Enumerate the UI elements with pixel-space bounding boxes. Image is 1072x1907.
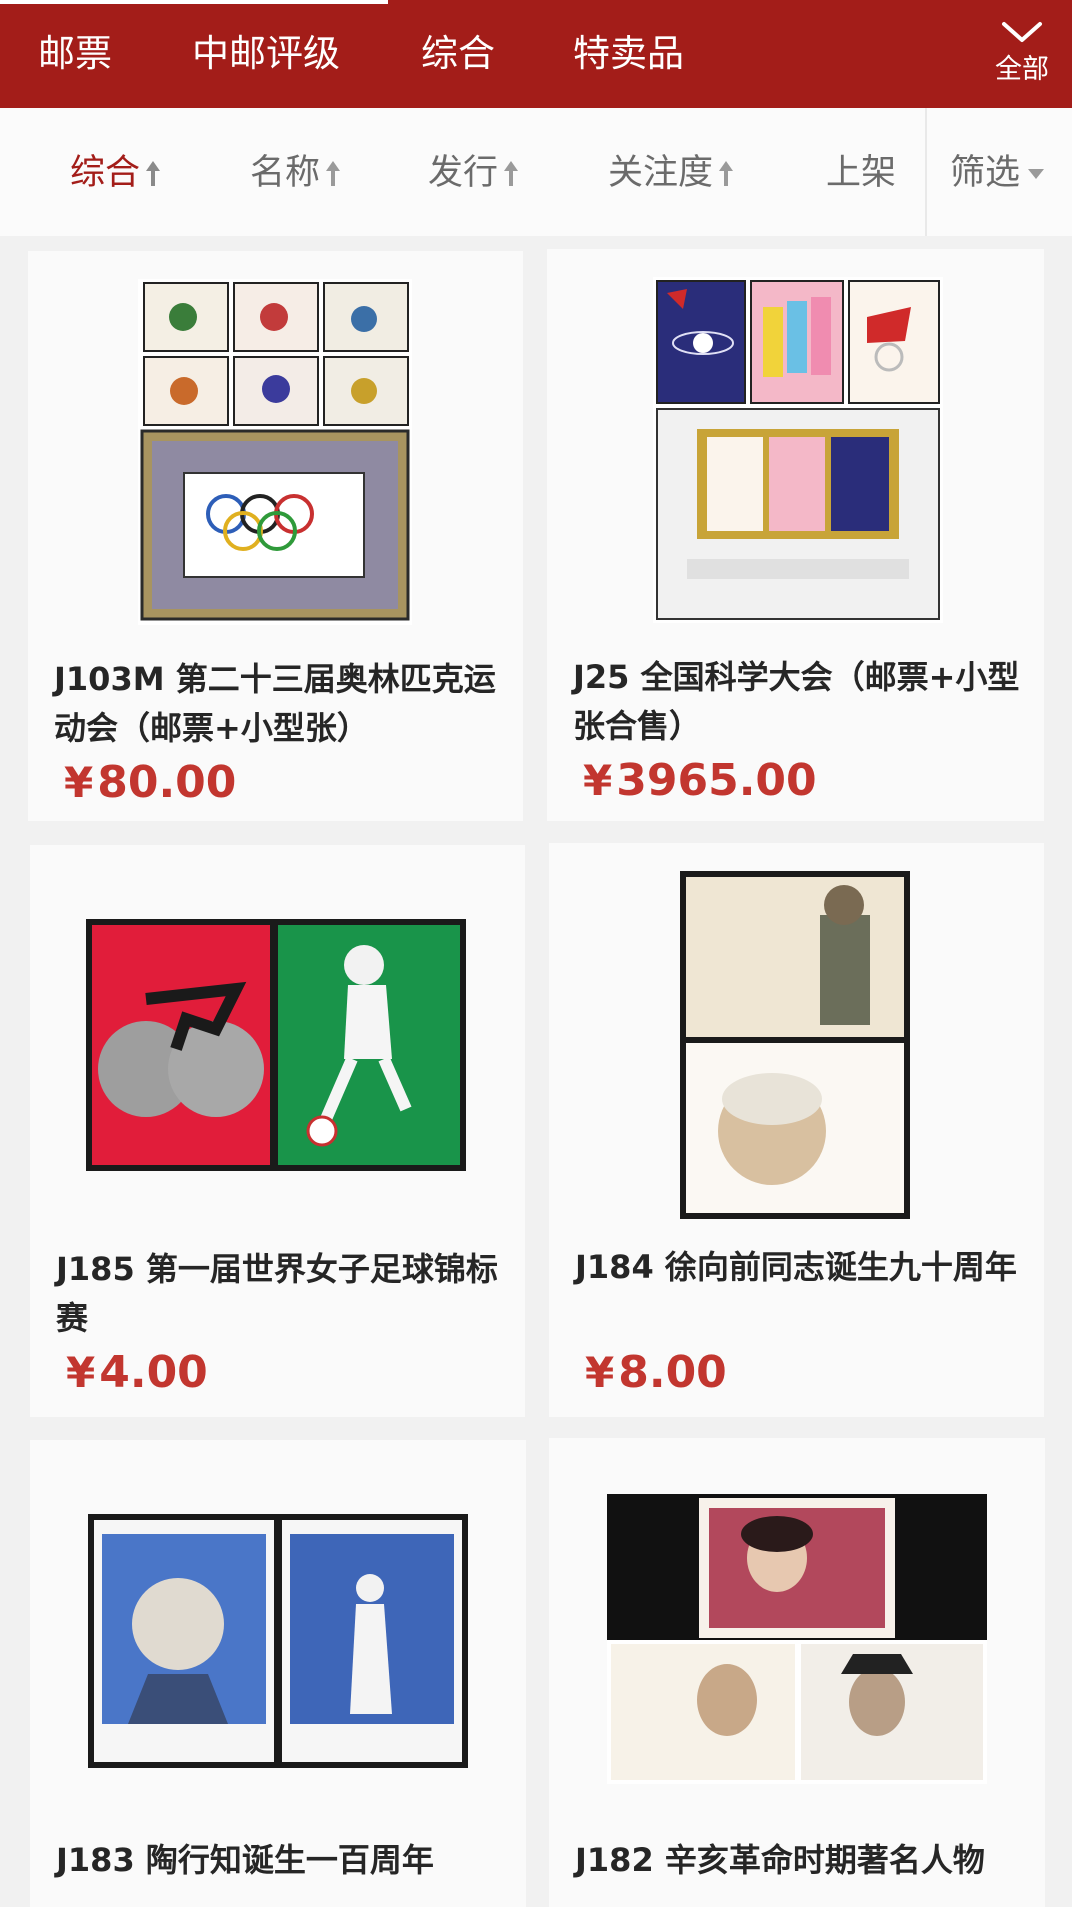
sort-name-label: 名称 (250, 153, 321, 193)
currency-symbol: ¥ (64, 758, 94, 807)
sort-comprehensive[interactable]: 综合 (70, 148, 162, 198)
product-title: J183 陶行知诞生一百周年 (56, 1841, 434, 1879)
xu-xiangqian-stamps-icon (680, 871, 910, 1219)
currency-symbol: ¥ (583, 756, 613, 805)
sort-arrow-up-icon (719, 161, 734, 186)
sort-attention[interactable]: 关注度 (608, 148, 735, 198)
category-tab-special-sale[interactable]: 特卖品 (573, 28, 684, 80)
currency-symbol: ¥ (585, 1348, 615, 1397)
sort-issue-label: 发行 (428, 153, 499, 193)
category-tab-graded[interactable]: 中邮评级 (192, 28, 340, 80)
price-value: 3965.00 (616, 755, 817, 806)
product-price: ¥8.00 (585, 1345, 727, 1401)
product-title: J103M 第二十三届奥林匹克运动会（邮票+小型张） (54, 660, 496, 747)
sort-divider (925, 108, 927, 236)
product-title: J184 徐向前同志诞生九十周年 (575, 1248, 1017, 1286)
product-card[interactable]: J184 徐向前同志诞生九十周年 ¥8.00 (549, 843, 1044, 1417)
product-card[interactable]: J183 陶行知诞生一百周年 (30, 1440, 526, 1907)
price-value: 4.00 (99, 1347, 208, 1398)
product-card[interactable]: J185 第一届世界女子足球锦标赛 ¥4.00 (30, 845, 525, 1417)
sort-name[interactable]: 名称 (250, 148, 342, 198)
tao-xingzhi-stamps-icon (88, 1514, 468, 1768)
product-price: ¥3965.00 (583, 753, 817, 809)
currency-symbol: ¥ (66, 1348, 96, 1397)
all-categories-label: 全部 (995, 54, 1049, 85)
product-card[interactable]: J103M 第二十三届奥林匹克运动会（邮票+小型张） ¥80.00 (28, 251, 523, 821)
product-title: J182 辛亥革命时期著名人物 (575, 1841, 985, 1879)
sort-bar: 综合 名称 发行 关注度 上架 筛选 (0, 108, 1072, 236)
category-tab-stamps[interactable]: 邮票 (38, 28, 112, 80)
product-title: J185 第一届世界女子足球锦标赛 (56, 1250, 498, 1337)
all-categories-button[interactable]: 全部 (982, 12, 1062, 98)
price-value: 8.00 (618, 1347, 727, 1398)
chevron-down-icon (1002, 22, 1042, 42)
sort-attention-label: 关注度 (608, 153, 714, 193)
sort-comprehensive-label: 综合 (70, 153, 141, 193)
sort-listing-label: 上架 (826, 153, 897, 193)
product-price: ¥80.00 (64, 755, 236, 811)
product-title: J25 全国科学大会（邮票+小型张合售） (573, 658, 1020, 745)
category-bar: 邮票 中邮评级 综合 特卖品 全部 (0, 0, 1072, 108)
product-card[interactable]: J182 辛亥革命时期著名人物 (549, 1438, 1045, 1907)
price-value: 80.00 (97, 757, 237, 808)
sort-listing[interactable]: 上架 (826, 148, 896, 198)
caret-down-icon (1028, 169, 1045, 179)
olympics-stamp-set-icon (138, 279, 412, 625)
product-card[interactable]: J25 全国科学大会（邮票+小型张合售） ¥3965.00 (547, 249, 1044, 821)
active-category-indicator (0, 0, 388, 4)
sort-issue[interactable]: 发行 (428, 148, 520, 198)
filter-label: 筛选 (950, 153, 1021, 193)
womens-football-stamps-icon (86, 919, 466, 1171)
product-price: ¥4.00 (66, 1345, 208, 1401)
sort-arrow-up-icon (504, 161, 519, 186)
xinhai-figures-stamps-icon (607, 1494, 987, 1784)
science-conference-stamp-set-icon (653, 277, 943, 623)
sort-arrow-up-icon (326, 161, 341, 186)
sort-arrow-up-icon (146, 161, 161, 186)
category-tab-general[interactable]: 综合 (421, 28, 495, 80)
filter-button[interactable]: 筛选 (950, 148, 1046, 198)
